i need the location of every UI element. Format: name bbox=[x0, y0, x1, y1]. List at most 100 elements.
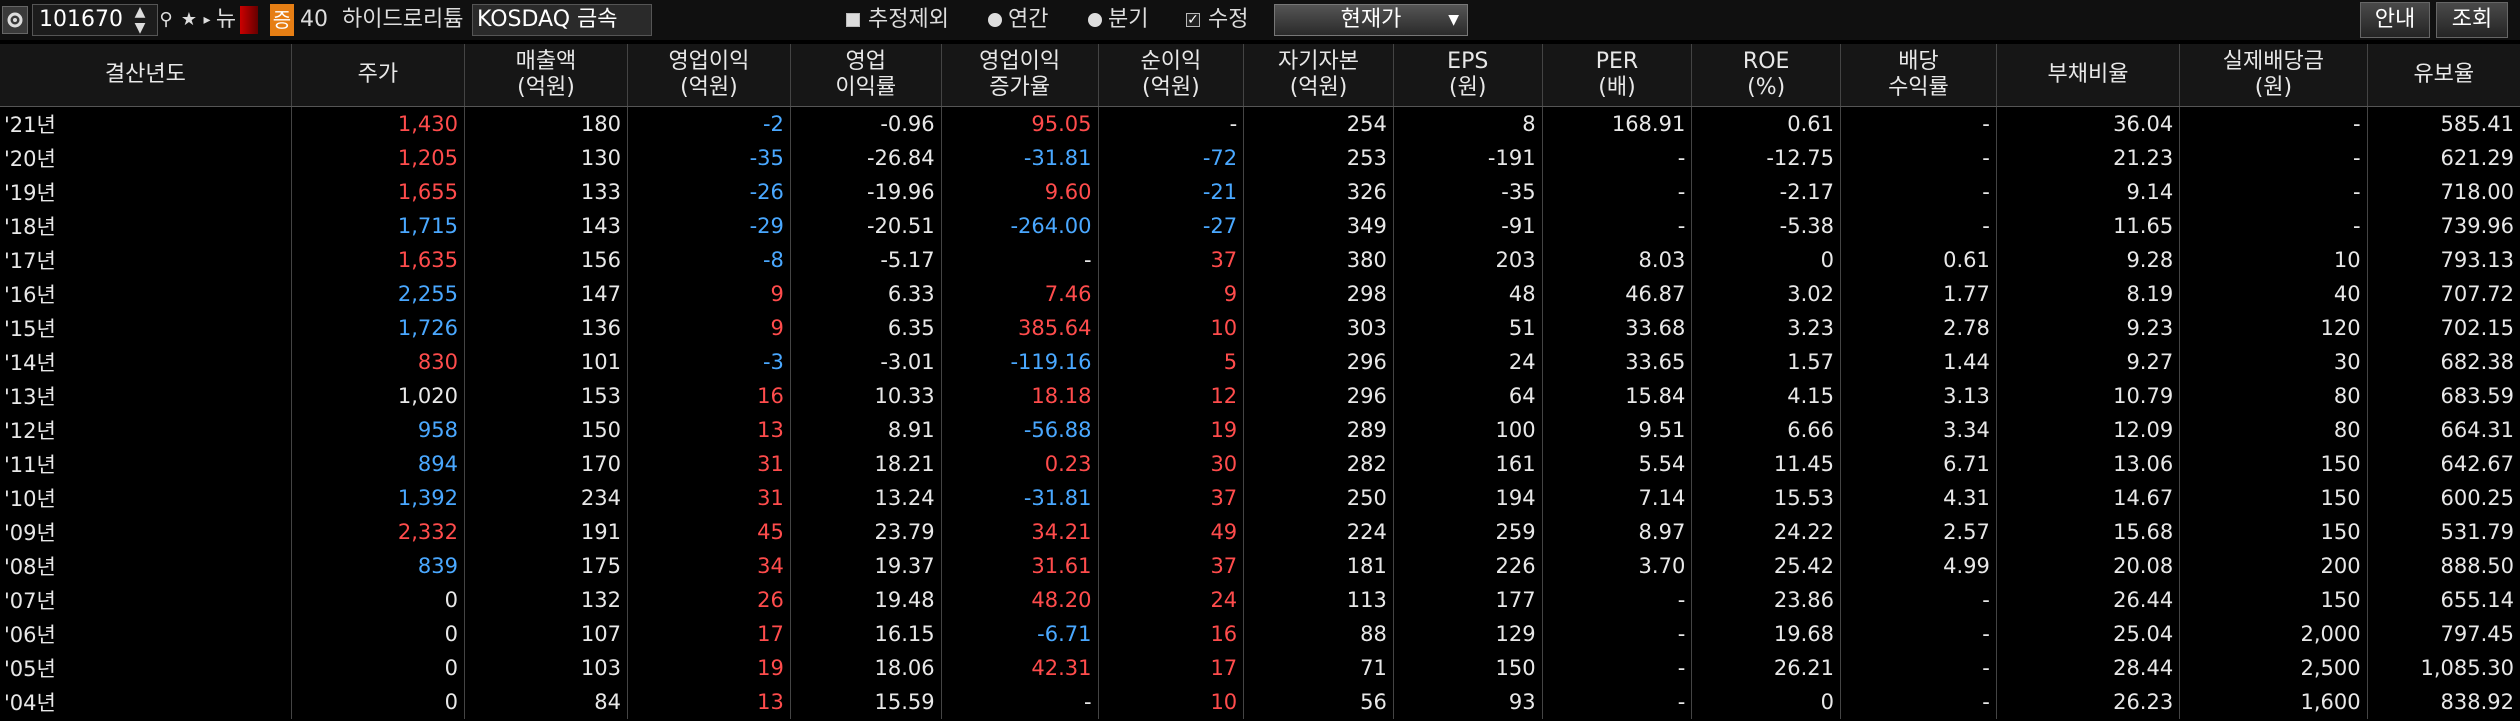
column-header[interactable]: 순이익 (억원) bbox=[1097, 44, 1244, 107]
table-cell: 298 bbox=[1243, 277, 1394, 311]
table-row[interactable]: '13년 1,020 153 16 10.33 18.18 12 296 64 15.84 4.15… bbox=[0, 379, 2520, 413]
table-cell: 1,085.30 bbox=[2366, 651, 2520, 685]
table-cell: 0 bbox=[1691, 685, 1841, 719]
option-adjusted[interactable]: ✓ 수정 bbox=[1186, 0, 1248, 40]
table-row[interactable]: '08년 839 175 34 19.37 31.61 37 181 226 3.70 25.42 4… bbox=[0, 549, 2520, 583]
table-row[interactable]: '19년 1,655 133 -26 -19.96 9.60 -21 326 -35- -2.17… bbox=[0, 175, 2520, 209]
checkbox-icon[interactable] bbox=[846, 13, 860, 27]
column-header[interactable]: 영업이익 증가율 bbox=[940, 44, 1099, 107]
column-header[interactable]: 영업이익 (억원) bbox=[626, 44, 791, 107]
market-sector-label: KOSDAQ 금속 bbox=[472, 4, 652, 36]
dropdown-arrow-icon: ▼ bbox=[1448, 12, 1459, 28]
table-cell: 26.23 bbox=[1995, 685, 2180, 719]
table-cell: 13.06 bbox=[1995, 447, 2180, 481]
table-row[interactable]: '17년 1,635 156 -8 -5.17-37 380 203 8.03 0 0.61 9.2… bbox=[0, 243, 2520, 277]
play-icon[interactable]: ▸ bbox=[200, 4, 214, 36]
table-cell: 103 bbox=[463, 651, 628, 685]
table-cell: 718.00 bbox=[2366, 175, 2520, 209]
table-cell: - bbox=[940, 243, 1099, 277]
table-cell: - bbox=[2179, 175, 2368, 209]
table-cell: 13 bbox=[626, 413, 791, 447]
table-cell: 26.44 bbox=[1995, 583, 2180, 617]
column-header[interactable]: 영업 이익률 bbox=[789, 44, 942, 107]
column-header[interactable]: 주가 bbox=[290, 44, 465, 107]
table-cell: 23.86 bbox=[1691, 583, 1841, 617]
table-cell: 13.24 bbox=[789, 481, 942, 515]
table-cell: 18.21 bbox=[789, 447, 942, 481]
table-row[interactable]: '06년 0 107 17 16.15 -6.71 16 88 129-19.68-25.04 2… bbox=[0, 617, 2520, 651]
table-cell: 9 bbox=[1097, 277, 1244, 311]
table-row[interactable]: '20년 1,205 130 -35 -26.84 -31.81 -72 253 -191- -1… bbox=[0, 141, 2520, 175]
table-cell: 1,020 bbox=[290, 379, 465, 413]
table-cell: 10 bbox=[1097, 311, 1244, 345]
table-row[interactable]: '16년 2,255 147 9 6.33 7.46 9 298 48 46.87 3.02 1.77… bbox=[0, 277, 2520, 311]
table-row[interactable]: '09년 2,332 191 45 23.79 34.21 49 224 259 8.97 24.2… bbox=[0, 515, 2520, 549]
column-header[interactable]: 배당 수익률 bbox=[1840, 44, 1997, 107]
table-cell: 385.64 bbox=[940, 311, 1099, 345]
column-header[interactable]: EPS (원) bbox=[1392, 44, 1543, 107]
fiscal-year-cell: '21년 bbox=[4, 113, 56, 137]
table-cell: -19.96 bbox=[789, 175, 942, 209]
news-button[interactable]: 뉴 bbox=[214, 4, 238, 36]
table-cell: 380 bbox=[1243, 243, 1394, 277]
code-stepper[interactable]: ▲ ▼ bbox=[130, 4, 150, 36]
checkbox-checked-icon[interactable]: ✓ bbox=[1186, 13, 1200, 27]
column-header[interactable]: 매출액 (억원) bbox=[463, 44, 628, 107]
table-cell: 16 bbox=[1097, 617, 1244, 651]
table-row[interactable]: '12년 958 150 13 8.91 -56.88 19 289 100 9.51 6.66 3.… bbox=[0, 413, 2520, 447]
column-header[interactable]: ROE (%) bbox=[1691, 44, 1841, 107]
table-row[interactable]: '10년 1,392 234 31 13.24 -31.81 37 250 194 7.14 15.… bbox=[0, 481, 2520, 515]
radio-icon[interactable] bbox=[1088, 13, 1102, 27]
fiscal-year-cell: '10년 bbox=[4, 487, 56, 511]
table-row[interactable]: '11년 894 170 31 18.21 0.23 30 282 161 5.54 11.45 6.… bbox=[0, 447, 2520, 481]
table-row[interactable]: '14년 830 101 -3 -3.01 -119.16 5 296 24 33.65 1.57 1… bbox=[0, 345, 2520, 379]
table-cell: - bbox=[1840, 617, 1997, 651]
column-header[interactable]: 실제배당금 (원) bbox=[2179, 44, 2368, 107]
table-cell: - bbox=[1840, 651, 1997, 685]
table-cell: -5.38 bbox=[1691, 209, 1841, 243]
table-cell: 682.38 bbox=[2366, 345, 2520, 379]
table-cell: 15.84 bbox=[1541, 379, 1692, 413]
table-cell: 2.78 bbox=[1840, 311, 1997, 345]
option-annual[interactable]: 연간 bbox=[988, 0, 1048, 40]
table-cell: 8.97 bbox=[1541, 515, 1692, 549]
search-icon[interactable]: ⚲ bbox=[156, 4, 176, 36]
fiscal-year-cell: '04년 bbox=[4, 691, 56, 715]
table-cell: 6.35 bbox=[789, 311, 942, 345]
table-cell: 0 bbox=[290, 685, 465, 719]
table-cell: 664.31 bbox=[2366, 413, 2520, 447]
table-cell: 10.33 bbox=[789, 379, 942, 413]
table-cell: 958 bbox=[290, 413, 465, 447]
option-exclude-estimate[interactable]: 추정제외 bbox=[846, 0, 949, 40]
price-basis-select[interactable]: 현재가 ▼ bbox=[1274, 4, 1468, 36]
table-cell: 48.20 bbox=[940, 583, 1099, 617]
table-cell: 19.68 bbox=[1691, 617, 1841, 651]
settings-icon[interactable] bbox=[2, 6, 28, 34]
table-cell: 147 bbox=[463, 277, 628, 311]
star-icon[interactable]: ★ bbox=[178, 4, 200, 36]
table-cell: 8 bbox=[1392, 106, 1543, 141]
column-header[interactable]: 자기자본 (억원) bbox=[1243, 44, 1394, 107]
table-cell: 56 bbox=[1243, 685, 1394, 719]
table-row[interactable]: '15년 1,726 136 9 6.35 385.64 10 303 51 33.68 3.23 2… bbox=[0, 311, 2520, 345]
table-cell: 24 bbox=[1392, 345, 1543, 379]
fiscal-year-cell: '13년 bbox=[4, 385, 56, 409]
table-row[interactable]: '18년 1,715 143 -29 -20.51 -264.00 -27 349 -91- -5… bbox=[0, 209, 2520, 243]
table-row[interactable]: '07년 0 132 26 19.48 48.20 24 113 177-23.86-26.44… bbox=[0, 583, 2520, 617]
column-header[interactable]: 유보율 bbox=[2366, 44, 2520, 107]
table-row[interactable]: '04년 0 84 13 15.59-10 56 93-0-26.23 1,600 838.92 bbox=[0, 685, 2520, 719]
column-header[interactable]: PER (배) bbox=[1541, 44, 1692, 107]
radio-selected-icon[interactable] bbox=[988, 13, 1002, 27]
table-cell: 3.70 bbox=[1541, 549, 1692, 583]
column-header[interactable]: 결산년도 bbox=[0, 44, 292, 107]
table-row[interactable]: '21년 1,430 180 -2 -0.96 95.05-254 8 168.91 0.61-… bbox=[0, 106, 2520, 141]
table-cell: -2 bbox=[626, 106, 791, 141]
table-cell: 143 bbox=[463, 209, 628, 243]
column-header[interactable]: 부채비율 bbox=[1995, 44, 2180, 107]
table-cell: -72 bbox=[1097, 141, 1244, 175]
query-button[interactable]: 조회 bbox=[2436, 2, 2508, 38]
table-row[interactable]: '05년 0 103 19 18.06 42.31 17 71 150-26.21-28.44 2… bbox=[0, 651, 2520, 685]
guide-button[interactable]: 안내 bbox=[2360, 2, 2430, 38]
table-cell: 34 bbox=[626, 549, 791, 583]
option-quarterly[interactable]: 분기 bbox=[1088, 0, 1148, 40]
